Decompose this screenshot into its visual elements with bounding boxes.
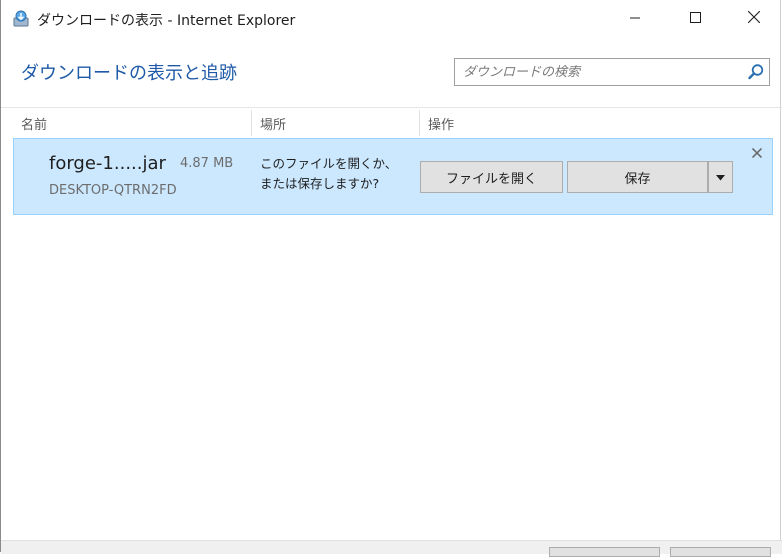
window-title: ダウンロードの表示 - Internet Explorer [37,13,296,29]
footer-button[interactable] [670,547,771,557]
dismiss-download-button[interactable] [750,146,764,160]
column-header-name[interactable]: 名前 [21,114,47,133]
footer-bar [1,540,782,554]
download-source: DESKTOP-QTRN2FD [49,183,177,198]
title-bar[interactable]: ダウンロードの表示 - Internet Explorer [1,0,782,38]
search-icon[interactable] [747,63,765,81]
header-divider [1,107,782,108]
file-size: 4.87 MB [180,156,234,171]
column-separator[interactable] [251,110,252,136]
search-box[interactable] [454,58,770,86]
download-row[interactable]: forge-1.....jar 4.87 MB DESKTOP-QTRN2FD … [13,138,773,215]
maximize-button[interactable] [666,0,724,38]
close-window-button[interactable] [725,0,782,38]
save-button[interactable]: 保存 [567,161,708,193]
search-input[interactable] [455,59,757,85]
column-header-actions[interactable]: 操作 [428,114,454,133]
footer-button[interactable] [549,547,660,557]
close-icon [747,10,761,27]
minimize-icon [630,11,640,27]
close-icon [752,148,762,158]
open-file-button[interactable]: ファイルを開く [420,161,563,193]
triangle-down-icon [716,170,725,185]
maximize-icon [689,11,701,27]
save-options-dropdown-button[interactable] [708,161,733,193]
ie-download-app-icon [12,10,30,28]
column-separator[interactable] [419,110,420,136]
column-header-location[interactable]: 場所 [260,114,286,133]
page-heading: ダウンロードの表示と追跡 [21,63,237,84]
download-manager-window: ダウンロードの表示 - Internet Explorer ダウンロードの表示と… [0,0,782,557]
minimize-button[interactable] [606,0,664,38]
download-prompt-message: このファイルを開くか、または保存しますか? [260,156,398,191]
file-name: forge-1.....jar [49,153,166,174]
